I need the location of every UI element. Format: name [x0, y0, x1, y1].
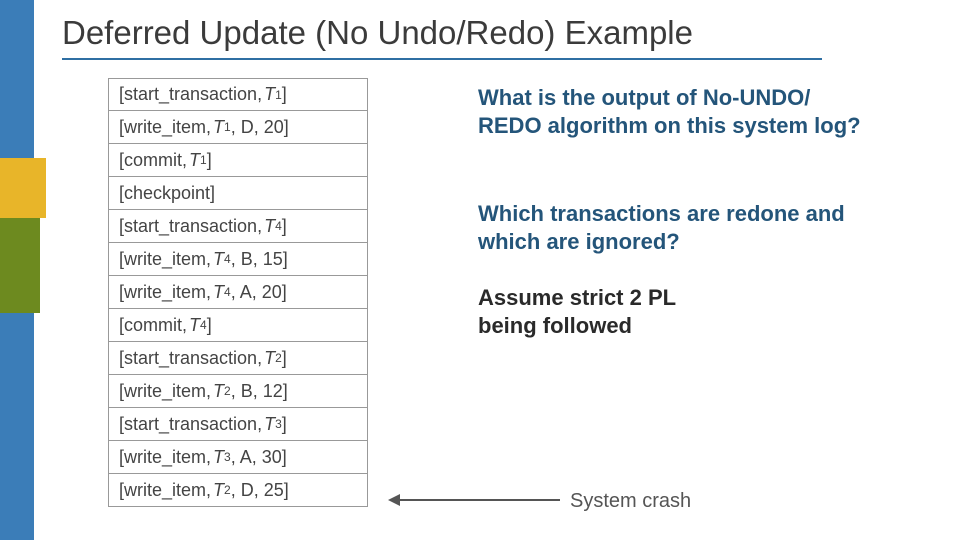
log-sub: 2	[224, 384, 231, 398]
arrow-left-icon	[390, 499, 560, 501]
log-tail: , D, 25]	[231, 480, 289, 501]
crash-label: System crash	[570, 490, 691, 513]
log-op: [write_item,	[119, 480, 211, 501]
log-txn: T	[213, 249, 224, 270]
question-2: Which transactions are redone and which …	[478, 200, 878, 255]
log-tail: ]	[282, 84, 287, 105]
log-op: [commit,	[119, 315, 187, 336]
log-sub: 1	[224, 120, 231, 134]
log-txn: T	[213, 381, 224, 402]
log-tail: ]	[282, 348, 287, 369]
log-row: [start_transaction, T3]	[108, 408, 368, 441]
log-txn: T	[213, 117, 224, 138]
log-sub: 3	[275, 417, 282, 431]
log-tail: , B, 15]	[231, 249, 288, 270]
log-row: [start_transaction, T4]	[108, 210, 368, 243]
log-tail: , A, 30]	[231, 447, 287, 468]
log-tail: , B, 12]	[231, 381, 288, 402]
log-tail: ]	[282, 414, 287, 435]
log-op: [write_item,	[119, 381, 211, 402]
log-op: [write_item,	[119, 249, 211, 270]
log-txn: T	[213, 282, 224, 303]
log-tail: , D, 20]	[231, 117, 289, 138]
log-row: [write_item, T4, B, 15]	[108, 243, 368, 276]
log-sub: 1	[200, 153, 207, 167]
log-row: [write_item, T3, A, 30]	[108, 441, 368, 474]
log-op: [checkpoint]	[119, 183, 215, 204]
log-row: [write_item, T2, D, 25]	[108, 474, 368, 507]
log-op: [write_item,	[119, 447, 211, 468]
log-row: [checkpoint]	[108, 177, 368, 210]
decor-stripe-green	[0, 218, 40, 313]
log-op: [commit,	[119, 150, 187, 171]
log-tail: ]	[282, 216, 287, 237]
log-sub: 3	[224, 450, 231, 464]
log-txn: T	[264, 414, 275, 435]
log-op: [write_item,	[119, 282, 211, 303]
log-txn: T	[264, 84, 275, 105]
log-row: [write_item, T1, D, 20]	[108, 111, 368, 144]
log-row: [start_transaction, T1]	[108, 78, 368, 111]
log-sub: 4	[224, 252, 231, 266]
decor-stripe-gold	[0, 158, 46, 218]
log-table: [start_transaction, T1] [write_item, T1,…	[108, 78, 368, 507]
log-row: [write_item, T4, A, 20]	[108, 276, 368, 309]
title-underline	[62, 58, 822, 60]
log-op: [write_item,	[119, 117, 211, 138]
log-sub: 4	[200, 318, 207, 332]
log-txn: T	[189, 150, 200, 171]
log-tail: , A, 20]	[231, 282, 287, 303]
log-sub: 4	[224, 285, 231, 299]
slide: Deferred Update (No Undo/Redo) Example […	[0, 0, 960, 540]
slide-title: Deferred Update (No Undo/Redo) Example	[62, 14, 693, 52]
log-op: [start_transaction,	[119, 414, 262, 435]
log-tail: ]	[207, 315, 212, 336]
question-1: What is the output of No-UNDO/ REDO algo…	[478, 84, 878, 139]
log-op: [start_transaction,	[119, 84, 262, 105]
log-sub: 2	[275, 351, 282, 365]
log-op: [start_transaction,	[119, 348, 262, 369]
log-sub: 1	[275, 88, 282, 102]
log-txn: T	[213, 480, 224, 501]
log-sub: 2	[224, 483, 231, 497]
log-sub: 4	[275, 219, 282, 233]
log-row: [start_transaction, T2]	[108, 342, 368, 375]
log-txn: T	[189, 315, 200, 336]
log-op: [start_transaction,	[119, 216, 262, 237]
log-row: [commit, T4]	[108, 309, 368, 342]
log-row: [commit, T1]	[108, 144, 368, 177]
log-txn: T	[264, 216, 275, 237]
log-tail: ]	[207, 150, 212, 171]
log-txn: T	[213, 447, 224, 468]
log-row: [write_item, T2, B, 12]	[108, 375, 368, 408]
log-txn: T	[264, 348, 275, 369]
question-3: Assume strict 2 PL being followed	[478, 284, 678, 339]
